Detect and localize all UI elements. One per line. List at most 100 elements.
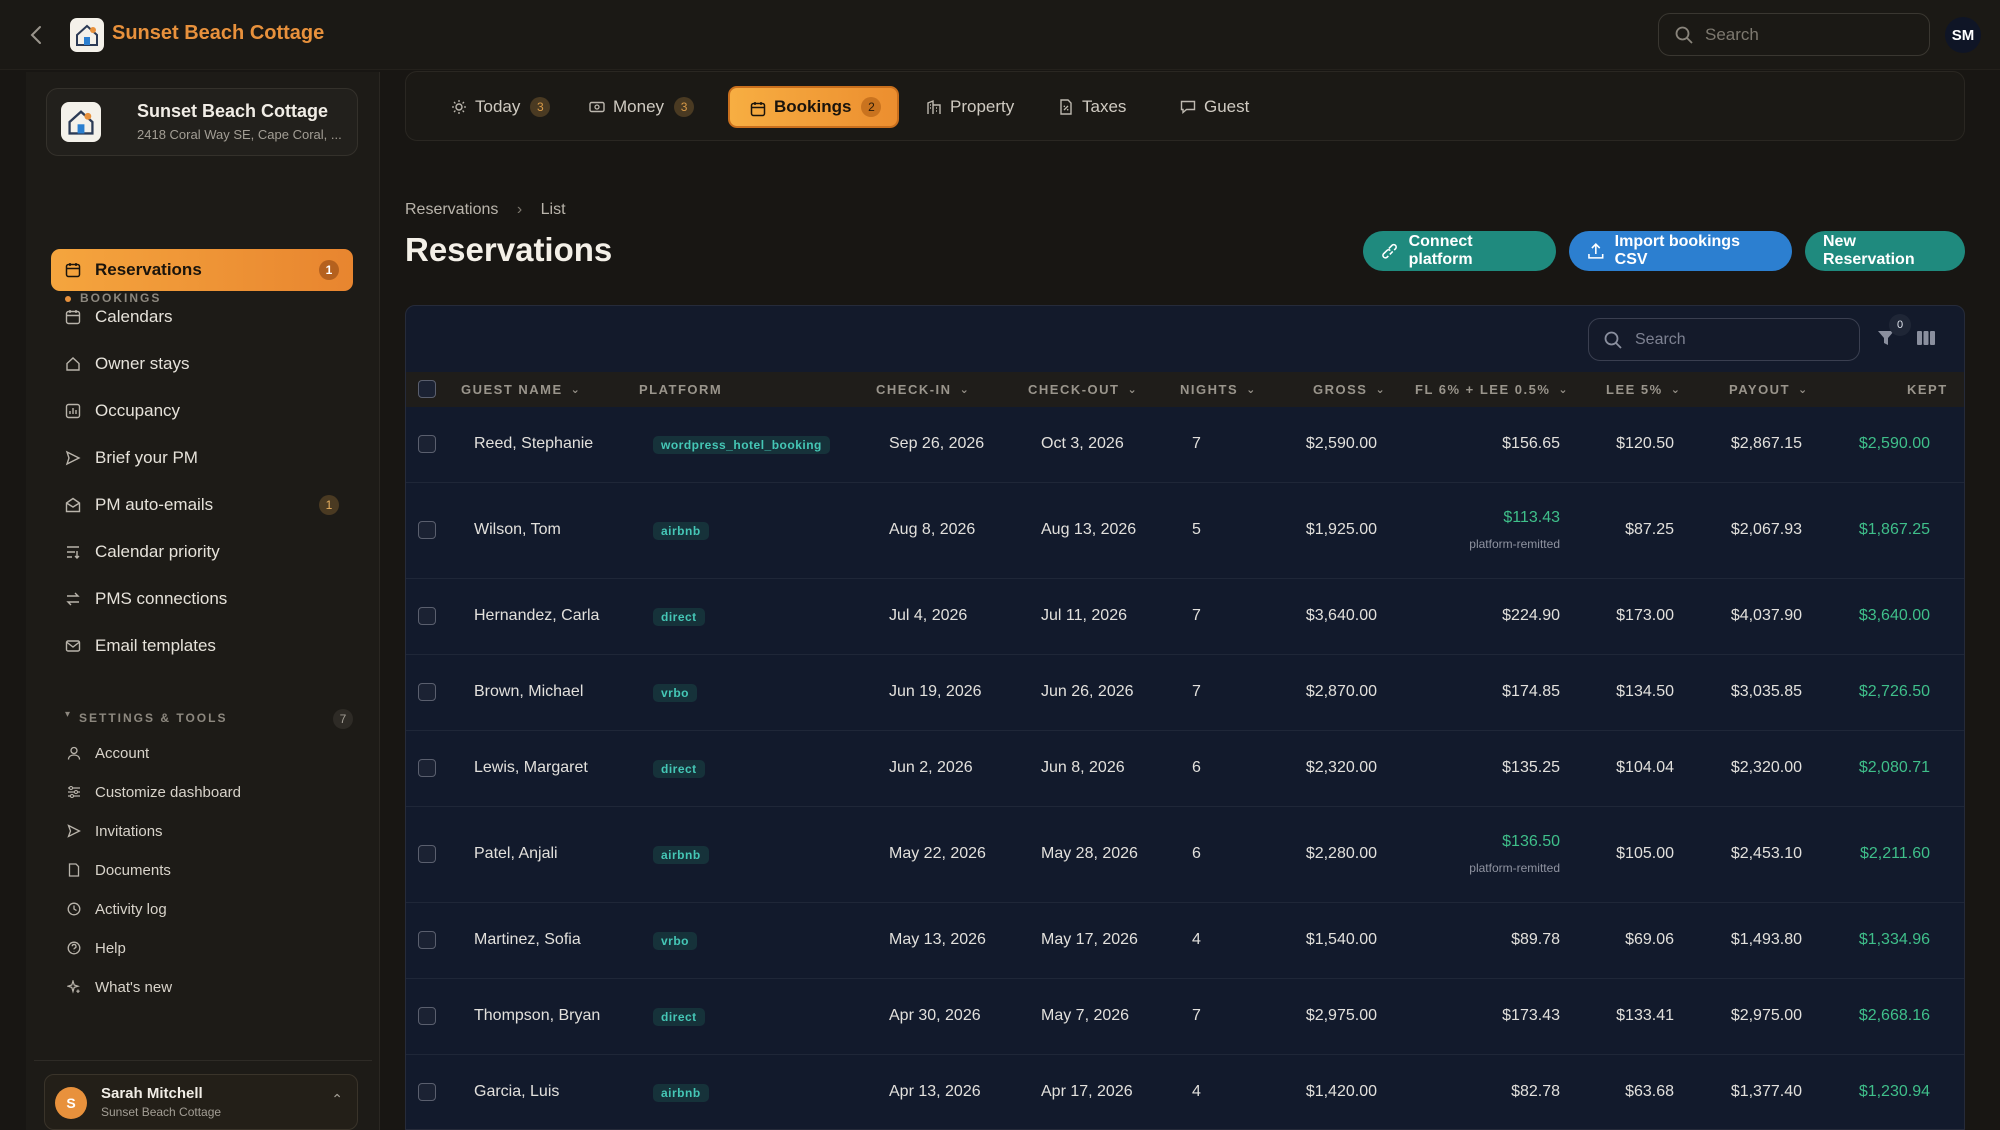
connect-platform-button[interactable]: Connect platform [1363,231,1556,271]
sidebar-item-pms-connections[interactable]: PMS connections [51,578,353,620]
row-checkbox[interactable] [418,435,436,453]
row-checkbox[interactable] [418,521,436,539]
guest-name[interactable]: Patel, Anjali [474,845,558,863]
column-nights[interactable]: NIGHTS ⌄ [1180,372,1257,407]
tab-money[interactable]: Money 3 [569,86,708,128]
table-row[interactable]: Thompson, Bryan direct Apr 30, 2026 May 7, … [406,979,1964,1055]
table-row[interactable]: Wilson, Tom airbnb Aug 8, 2026 Aug 13, 2026… [406,483,1964,579]
tab-bookings[interactable]: Bookings 2 [728,86,899,128]
select-all-checkbox[interactable] [418,380,436,398]
guest-name[interactable]: Garcia, Luis [474,1083,559,1101]
settings-item-label: Help [95,939,126,957]
tab-property[interactable]: Property [906,86,1028,128]
column-payout[interactable]: PAYOUT ⌄ [1729,372,1809,407]
guest-name[interactable]: Wilson, Tom [474,521,561,539]
row-checkbox[interactable] [418,1007,436,1025]
search-icon [1604,331,1622,349]
table-row[interactable]: Brown, Michael vrbo Jun 19, 2026 Jun 26, 20… [406,655,1964,731]
guest-name[interactable]: Reed, Stephanie [474,435,593,453]
import-bookings-csv-button[interactable]: Import bookings CSV [1569,231,1792,271]
table-row[interactable]: Hernandez, Carla direct Jul 4, 2026 Jul 11,… [406,579,1964,655]
settings-item-documents[interactable]: Documents [51,853,353,887]
lee-amount: $87.25 [1625,521,1674,538]
sidebar-item-pm-auto-emails[interactable]: PM auto-emails 1 [51,484,353,526]
sidebar-item-label: Reservations [95,260,202,279]
table-row[interactable]: Garcia, Luis airbnb Apr 13, 2026 Apr 17, 20… [406,1055,1964,1129]
guest-name[interactable]: Brown, Michael [474,683,583,701]
gross-amount: $3,640.00 [1305,607,1377,624]
page-title: Reservations [405,231,613,268]
settings-item-customize-dashboard[interactable]: Customize dashboard [51,775,353,809]
table-row[interactable]: Martinez, Sofia vrbo May 13, 2026 May 17, 2… [406,903,1964,979]
nights-count: 7 [1192,683,1201,700]
fl-tax-amount: $224.90 [1502,607,1560,624]
swap-icon [66,592,80,606]
column-fl-tax[interactable]: FL 6% + LEE 0.5% ⌄ [1415,372,1569,407]
tab-taxes[interactable]: Taxes [1038,86,1140,128]
guest-name[interactable]: Hernandez, Carla [474,607,599,625]
settings-item-activity-log[interactable]: Activity log [51,892,353,926]
column-check-out[interactable]: CHECK-OUT ⌄ [1028,372,1138,407]
columns-icon[interactable] [1916,328,1936,353]
guest-name[interactable]: Martinez, Sofia [474,931,581,949]
chevron-down-icon: ⌄ [570,384,582,396]
settings-section-header[interactable]: ▾ SETTINGS & TOOLS 7 [65,709,365,731]
settings-item-whats-new[interactable]: What's new [51,970,353,1004]
user-menu[interactable]: S Sarah Mitchell Sunset Beach Cottage ⌃ [44,1074,358,1130]
tab-guest[interactable]: Guest [1160,86,1263,128]
check-out-date: Jun 26, 2026 [1041,683,1134,700]
row-checkbox[interactable] [418,607,436,625]
sidebar-item-reservations[interactable]: Reservations 1 [51,249,353,291]
lee-amount: $134.50 [1616,683,1674,700]
sidebar-item-occupancy[interactable]: Occupancy [51,390,353,432]
sidebar-divider [34,1060,372,1061]
property-switcher[interactable]: Sunset Beach Cottage 2418 Coral Way SE, … [46,88,358,156]
column-guest-name[interactable]: GUEST NAME ⌄ [461,372,581,407]
sidebar-item-email-templates[interactable]: Email templates [51,625,353,667]
new-reservation-button[interactable]: New Reservation [1805,231,1965,271]
column-lee[interactable]: LEE 5% ⌄ [1606,372,1681,407]
calendar-icon [750,102,766,117]
app-title[interactable]: Sunset Beach Cottage [112,22,324,45]
tab-today[interactable]: Today 3 [431,86,564,128]
column-check-in[interactable]: CHECK-IN ⌄ [876,372,970,407]
tab-badge: 3 [674,97,695,117]
guest-name[interactable]: Thompson, Bryan [474,1007,600,1025]
sliders-icon [68,786,80,798]
settings-item-help[interactable]: Help [51,931,353,965]
table-search-input[interactable]: Search [1588,318,1860,361]
top-bar: Sunset Beach Cottage Search SM [0,0,2000,70]
sidebar-item-owner-stays[interactable]: Owner stays [51,343,353,385]
platform-badge: vrbo [653,932,698,950]
tab-label: Bookings [774,97,852,116]
row-checkbox[interactable] [418,845,436,863]
clock-icon [67,902,81,916]
row-checkbox[interactable] [418,931,436,949]
sidebar-item-label: PMS connections [95,589,228,608]
calendar-icon [65,263,81,278]
pm-auto-emails-badge: 1 [319,495,339,515]
sidebar-item-calendar-priority[interactable]: Calendar priority [51,531,353,573]
row-checkbox[interactable] [418,683,436,701]
user-avatar[interactable]: SM [1945,17,1981,53]
chevron-down-icon: ⌄ [1375,384,1387,396]
upload-icon [1588,243,1604,259]
row-checkbox[interactable] [418,1083,436,1101]
kept-amount: $2,211.60 [1860,845,1930,862]
table-row[interactable]: Patel, Anjali airbnb May 22, 2026 May 28, 2… [406,807,1964,903]
settings-item-invitations[interactable]: Invitations [51,814,353,848]
table-row[interactable]: Lewis, Margaret direct Jun 2, 2026 Jun 8, 2… [406,731,1964,807]
settings-item-account[interactable]: Account [51,736,353,770]
sidebar-item-brief-your-pm[interactable]: Brief your PM [51,437,353,479]
check-in-date: May 22, 2026 [889,845,986,862]
breadcrumb-root[interactable]: Reservations [405,201,498,219]
back-arrow-icon[interactable] [24,22,50,48]
guest-name[interactable]: Lewis, Margaret [474,759,588,777]
table-row[interactable]: Reed, Stephanie wordpress_hotel_booking Se… [406,407,1964,483]
row-checkbox[interactable] [418,759,436,777]
sidebar-item-calendars[interactable]: Calendars [51,296,353,338]
column-gross[interactable]: GROSS ⌄ [1313,372,1386,407]
chevron-up-icon: ⌃ [331,1091,343,1107]
global-search-input[interactable]: Search [1658,13,1930,56]
column-label: NIGHTS [1180,382,1239,397]
